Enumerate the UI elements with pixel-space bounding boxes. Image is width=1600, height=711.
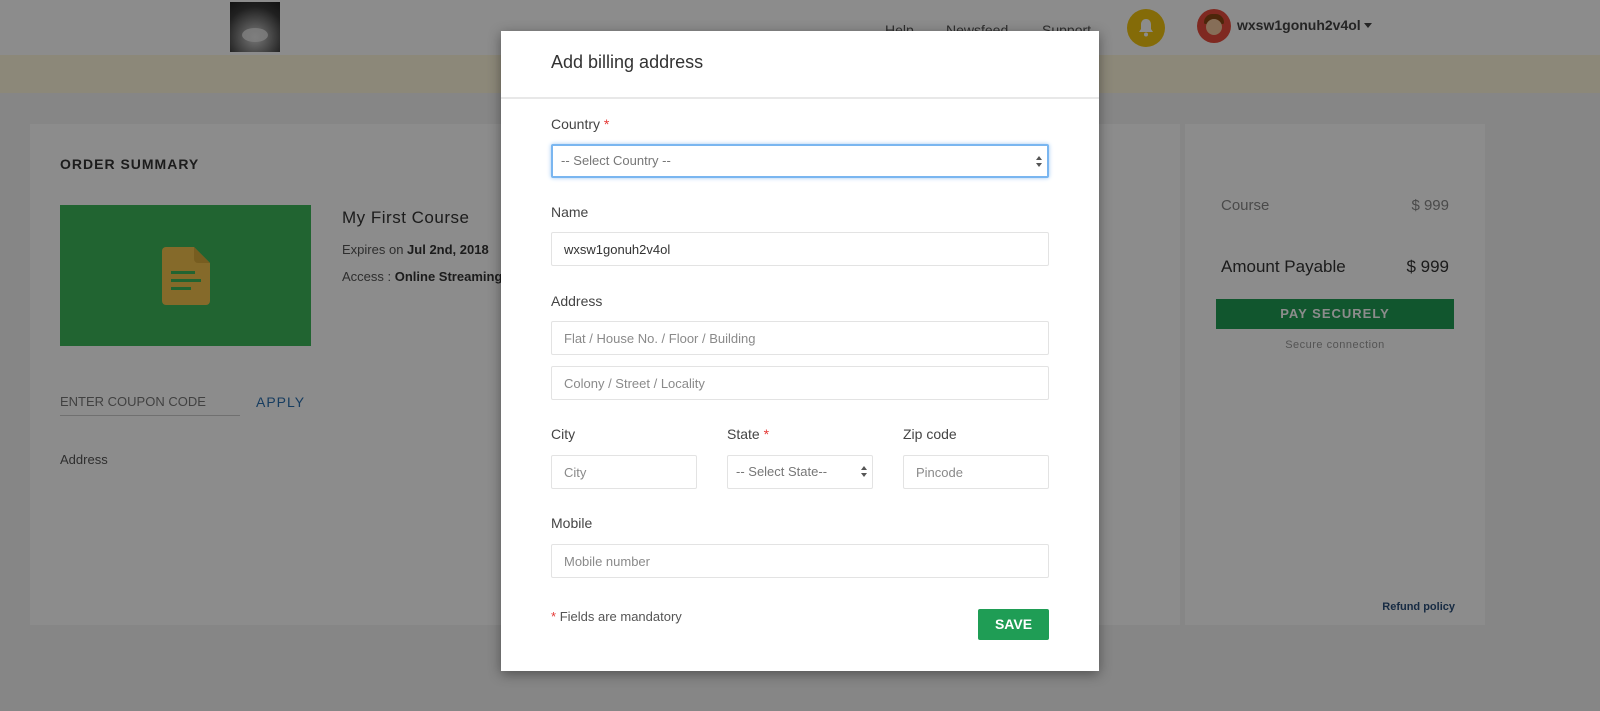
country-label-text: Country xyxy=(551,116,601,132)
name-input[interactable] xyxy=(551,232,1049,266)
mandatory-note-text: Fields are mandatory xyxy=(559,609,682,624)
state-select-value: -- Select State-- xyxy=(736,464,828,479)
required-asterisk: * xyxy=(603,116,610,132)
required-asterisk: * xyxy=(551,609,557,624)
billing-address-modal: Add billing address Country * -- Select … xyxy=(501,31,1099,671)
mobile-input[interactable] xyxy=(551,544,1049,578)
zip-label: Zip code xyxy=(903,426,957,442)
address-line2-input[interactable] xyxy=(551,366,1049,400)
select-arrows-icon xyxy=(860,466,868,478)
mobile-label: Mobile xyxy=(551,515,593,531)
address-label: Address xyxy=(551,293,603,309)
city-input[interactable] xyxy=(551,455,697,489)
modal-header: Add billing address xyxy=(501,31,1099,99)
state-label-text: State xyxy=(727,426,760,442)
address-line1-input[interactable] xyxy=(551,321,1049,355)
zip-code-input[interactable] xyxy=(903,455,1049,489)
country-select[interactable]: -- Select Country -- xyxy=(551,144,1049,178)
country-label: Country * xyxy=(551,116,609,132)
name-label: Name xyxy=(551,204,589,220)
mandatory-note: * Fields are mandatory xyxy=(551,609,682,624)
state-label: State * xyxy=(727,426,769,442)
country-select-value: -- Select Country -- xyxy=(561,153,671,168)
save-button[interactable]: SAVE xyxy=(978,609,1049,640)
state-select[interactable]: -- Select State-- xyxy=(727,455,873,489)
city-label: City xyxy=(551,426,576,442)
modal-title: Add billing address xyxy=(551,52,704,72)
required-asterisk: * xyxy=(763,426,770,442)
select-arrows-icon xyxy=(1035,156,1043,168)
